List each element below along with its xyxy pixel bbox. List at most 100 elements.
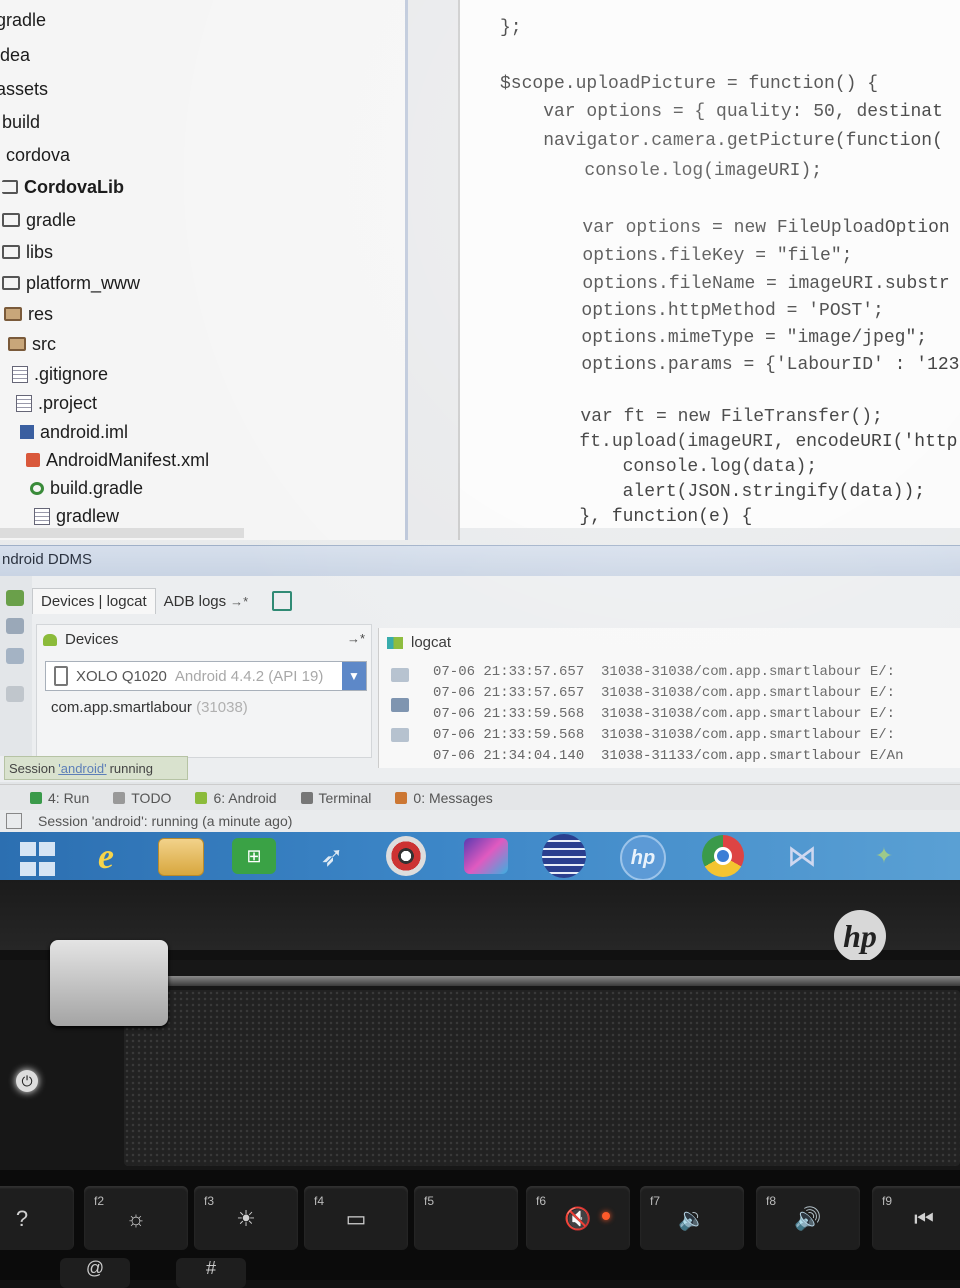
logcat-label: logcat [411, 634, 452, 651]
log-line: 07-06 21:34:04.140 31038-31133/com.app.s… [433, 748, 904, 764]
logcat-title: logcat [387, 634, 451, 651]
help-icon: ? [15, 1206, 29, 1231]
log-line: 07-06 21:33:57.657 31038-31038/com.app.s… [433, 685, 896, 701]
tree-item-gradle[interactable]: gradle [0, 6, 46, 34]
logcat-icon [387, 636, 403, 649]
code-editor[interactable]: }; $scope.uploadPicture = function() { v… [460, 0, 960, 540]
tab-todo[interactable]: TODO [113, 790, 171, 806]
process-item[interactable]: com.app.smartlabour (31038) [51, 699, 248, 716]
tree-item-platform-www[interactable]: platform_www [2, 269, 140, 297]
heap-icon[interactable] [6, 648, 24, 664]
tree-item-gradlew[interactable]: gradlew [34, 502, 119, 530]
tab-terminal[interactable]: Terminal [300, 790, 371, 806]
scroll-to-end-icon[interactable] [391, 698, 409, 712]
tree-item-build-gradle[interactable]: build.gradle [30, 474, 143, 502]
tree-item-android-iml[interactable]: android.iml [20, 418, 128, 446]
media-icon[interactable] [386, 836, 426, 876]
internet-explorer-icon[interactable]: e [84, 836, 128, 876]
phone-icon [54, 666, 68, 686]
tree-item-libs[interactable]: libs [2, 238, 53, 266]
clear-log-icon[interactable] [391, 668, 409, 682]
tab-messages[interactable]: 0: Messages [395, 790, 493, 806]
hp-icon[interactable]: hp [620, 835, 666, 880]
rocket-icon[interactable]: ➶ [310, 838, 354, 874]
key-f3[interactable]: f3 ☀ [194, 1186, 298, 1250]
code-line: var options = new FileUploadOption [496, 218, 950, 238]
key-f1[interactable]: ? [0, 1186, 74, 1250]
tree-item-src[interactable]: src [8, 330, 56, 358]
ddms-title-bar[interactable]: ndroid DDMS [0, 545, 960, 576]
process-name: com.app.smartlabour [51, 699, 192, 716]
android-icon [195, 792, 208, 804]
debug-icon[interactable] [6, 590, 24, 606]
power-icon[interactable]: ⏻ [16, 1070, 38, 1092]
key-hash[interactable]: # [176, 1258, 246, 1288]
project-tree[interactable]: gradle idea assets build cordova Cordova… [0, 0, 405, 540]
toggle-tool-windows-icon[interactable] [6, 813, 22, 829]
session-link[interactable]: 'android' [58, 761, 106, 776]
key-f8[interactable]: f8 🔊 [756, 1186, 860, 1250]
tree-item-cordovalib[interactable]: CordovaLib [2, 173, 124, 201]
key-at[interactable]: @ [60, 1258, 130, 1288]
code-line: alert(JSON.stringify(data)); [493, 482, 926, 502]
tab-run[interactable]: 4: Run [30, 790, 89, 806]
key-f7[interactable]: f7 🔉 [640, 1186, 744, 1250]
key-f2[interactable]: f2 ☼ [84, 1186, 188, 1250]
misc-app-icon[interactable]: ✦ [862, 838, 906, 874]
tree-item-assets[interactable]: assets [0, 75, 48, 103]
eclipse-icon[interactable] [542, 834, 586, 878]
code-line: }, function(e) { [493, 507, 753, 527]
xml-file-icon [26, 453, 40, 467]
tree-item-cordova[interactable]: cordova [6, 141, 70, 169]
tab-android[interactable]: 6: Android [195, 790, 277, 806]
windows-start-icon[interactable] [16, 838, 59, 880]
device-name: XOLO Q1020 [76, 667, 167, 685]
visual-studio-icon[interactable]: ⋈ [780, 838, 824, 874]
pin-icon[interactable]: →* [347, 631, 365, 646]
tree-item-res[interactable]: res [4, 300, 53, 328]
panel-divider[interactable] [405, 0, 408, 540]
tab-devices-logcat[interactable]: Devices | logcat [32, 588, 156, 614]
editor-horizontal-scrollbar[interactable] [460, 528, 960, 540]
game-icon[interactable] [464, 838, 508, 874]
file-explorer-icon[interactable] [158, 838, 204, 876]
tree-item-gitignore[interactable]: .gitignore [12, 360, 108, 388]
code-line: options.params = {'LabourID' : '123 [495, 355, 960, 375]
mute-icon: 🔇 [564, 1206, 592, 1231]
source-folder-icon [8, 337, 26, 351]
key-f5[interactable]: f5 [414, 1186, 518, 1250]
code-line: console.log(data); [493, 457, 818, 477]
text-file-icon [16, 394, 32, 412]
tree-item-manifest[interactable]: AndroidManifest.xml [26, 446, 209, 474]
screen-capture-icon[interactable] [6, 618, 24, 634]
folder-icon [2, 213, 20, 227]
log-line: 07-06 21:33:59.568 31038-31038/com.app.s… [433, 727, 896, 743]
tab-adb-logs[interactable]: ADB logs [156, 589, 235, 614]
display-switch-icon: ▭ [345, 1206, 367, 1231]
devices-label: Devices [65, 631, 119, 648]
key-f6[interactable]: f6 🔇 [526, 1186, 630, 1250]
devices-panel: Devices →* XOLO Q1020 Android 4.4.2 (API… [36, 624, 372, 758]
todo-icon [113, 792, 126, 804]
restore-layout-icon[interactable] [272, 591, 293, 611]
tree-item-idea[interactable]: idea [0, 41, 30, 69]
store-icon[interactable]: ⊞ [232, 838, 276, 874]
device-dropdown[interactable]: XOLO Q1020 Android 4.4.2 (API 19) ▼ [45, 661, 367, 691]
stop-process-icon[interactable] [6, 686, 24, 702]
up-arrow-icon[interactable] [391, 728, 409, 742]
log-line: 07-06 21:33:57.657 31038-31038/com.app.s… [433, 664, 896, 680]
code-line: options.mimeType = "image/jpeg"; [495, 328, 928, 348]
pin-arrow-icon[interactable]: →* [230, 594, 248, 609]
session-prefix: Session [9, 760, 56, 776]
chevron-down-icon[interactable]: ▼ [342, 662, 366, 690]
chrome-icon[interactable] [702, 835, 744, 877]
tree-item-gradle-sub[interactable]: gradle [2, 206, 76, 234]
tree-item-build[interactable]: build [2, 108, 40, 136]
tree-item-project[interactable]: .project [16, 389, 97, 417]
code-line: var ft = new FileTransfer(); [494, 407, 883, 427]
key-f4[interactable]: f4 ▭ [304, 1186, 408, 1250]
code-line: ft.upload(imageURI, encodeURI('http: [493, 432, 960, 452]
key-f9[interactable]: f9 ⏮ [872, 1186, 960, 1250]
tab-run-label: 4: Run [48, 790, 90, 806]
tree-horizontal-scrollbar[interactable] [0, 528, 244, 538]
